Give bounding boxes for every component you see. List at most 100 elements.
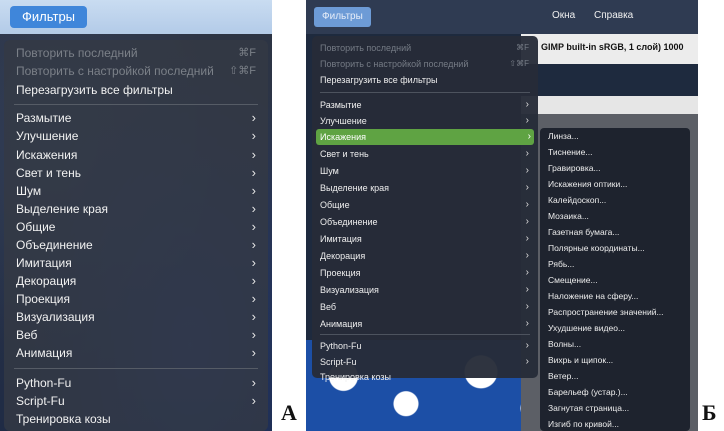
chevron-right-icon: ›: [525, 148, 529, 159]
menu-item-reload-filters[interactable]: Перезагрузить все фильтры: [320, 72, 532, 88]
chevron-right-icon: ›: [525, 301, 529, 312]
submenu-item-page-curl[interactable]: Загнутая страница...: [548, 400, 686, 417]
submenu-item-lens[interactable]: Линза...: [548, 128, 686, 145]
chevron-right-icon: ›: [525, 318, 529, 329]
menu-separator: [320, 334, 530, 335]
filters-menu-title[interactable]: Фильтры: [10, 6, 88, 28]
chevron-right-icon: ›: [251, 255, 256, 270]
menu-item-distorts[interactable]: Искажения ›: [316, 129, 534, 145]
menu-item-blur[interactable]: Размытие ›: [16, 109, 260, 127]
chevron-right-icon: ›: [525, 233, 529, 244]
chevron-right-icon: ›: [525, 115, 529, 126]
menu-item-animation[interactable]: Анимация ›: [320, 316, 532, 332]
distorts-submenu: Линза... Тиснение... Гравировка... Искаж…: [540, 128, 690, 431]
menu-item-light-shadow[interactable]: Свет и тень ›: [320, 146, 532, 162]
submenu-item-curve-bend[interactable]: Изгиб по кривой...: [548, 416, 686, 431]
submenu-item-emboss[interactable]: Тиснение...: [548, 144, 686, 161]
submenu-item-newsprint[interactable]: Газетная бумага...: [548, 224, 686, 241]
menu-item-generic[interactable]: Общие ›: [320, 197, 532, 213]
panel-caption-b: Б: [702, 400, 717, 425]
chevron-right-icon: ›: [251, 291, 256, 306]
submenu-item-spherize[interactable]: Наложение на сферу...: [548, 288, 686, 305]
chevron-right-icon: ›: [251, 201, 256, 216]
menu-item-decor[interactable]: Декорация ›: [16, 272, 260, 290]
chevron-right-icon: ›: [527, 131, 531, 142]
menu-item-repeat-last[interactable]: Повторить последний ⌘F: [16, 44, 260, 62]
chevron-right-icon: ›: [525, 216, 529, 227]
menu-item-light-shadow[interactable]: Свет и тень ›: [16, 164, 260, 182]
menu-item-generic[interactable]: Общие ›: [16, 218, 260, 236]
chevron-right-icon: ›: [251, 393, 256, 408]
chevron-right-icon: ›: [251, 165, 256, 180]
submenu-item-video-degradation[interactable]: Ухудшение видео...: [548, 320, 686, 337]
menu-item-distorts[interactable]: Искажения ›: [16, 146, 260, 164]
menu-item-combine[interactable]: Объединение ›: [320, 214, 532, 230]
menu-item-noise[interactable]: Шум ›: [320, 163, 532, 179]
menu-item-combine[interactable]: Объединение ›: [16, 236, 260, 254]
chevron-right-icon: ›: [525, 199, 529, 210]
horizontal-ruler: [521, 96, 698, 115]
menu-item-render[interactable]: Визуализация ›: [16, 308, 260, 326]
menu-item-artistic[interactable]: Имитация ›: [16, 254, 260, 272]
chevron-right-icon: ›: [251, 128, 256, 143]
submenu-item-ripple[interactable]: Рябь...: [548, 256, 686, 273]
menu-item-map[interactable]: Проекция ›: [320, 265, 532, 281]
chevron-right-icon: ›: [251, 375, 256, 390]
menu-item-animation[interactable]: Анимация ›: [16, 344, 260, 362]
menu-item-reshow-last[interactable]: Повторить с настройкой последний ⇧⌘F: [320, 56, 532, 72]
menu-item-reshow-last[interactable]: Повторить с настройкой последний ⇧⌘F: [16, 62, 260, 80]
submenu-item-emboss-legacy[interactable]: Барельеф (устар.)...: [548, 384, 686, 401]
menu-help[interactable]: Справка: [594, 10, 633, 21]
menu-item-edge-detect[interactable]: Выделение края ›: [320, 180, 532, 196]
menu-item-blur[interactable]: Размытие ›: [320, 97, 532, 113]
panel-a: Фильтры Повторить последний ⌘F Повторить …: [0, 0, 272, 431]
menu-item-repeat-last[interactable]: Повторить последний ⌘F: [320, 40, 532, 56]
menubar: Фильтры Окна Справка: [306, 0, 698, 34]
chevron-right-icon: ›: [251, 327, 256, 342]
chevron-right-icon: ›: [251, 237, 256, 252]
submenu-item-mosaic[interactable]: Мозаика...: [548, 208, 686, 225]
menu-item-python-fu[interactable]: Python-Fu ›: [16, 374, 260, 392]
submenu-item-value-propagate[interactable]: Распространение значений...: [548, 304, 686, 321]
menu-separator: [320, 92, 530, 93]
menu-item-map[interactable]: Проекция ›: [16, 290, 260, 308]
submenu-item-engrave[interactable]: Гравировка...: [548, 160, 686, 177]
menu-item-enhance[interactable]: Улучшение ›: [16, 127, 260, 145]
filters-menu-title[interactable]: Фильтры: [314, 7, 371, 27]
chevron-right-icon: ›: [525, 182, 529, 193]
menu-item-decor[interactable]: Декорация ›: [320, 248, 532, 264]
submenu-item-shift[interactable]: Смещение...: [548, 272, 686, 289]
menu-separator: [14, 368, 258, 369]
menu-item-web[interactable]: Веб ›: [320, 299, 532, 315]
submenu-item-wind[interactable]: Ветер...: [548, 368, 686, 385]
menu-separator: [14, 104, 258, 105]
menu-item-render[interactable]: Визуализация ›: [320, 282, 532, 298]
panel-caption-a: А: [281, 400, 297, 425]
menu-item-web[interactable]: Веб ›: [16, 326, 260, 344]
image-window-titlebar: GIMP built-in sRGB, 1 слой) 1000: [521, 34, 698, 64]
menu-item-script-fu[interactable]: Script-Fu ›: [320, 354, 532, 370]
submenu-item-lens-distortion[interactable]: Искажения оптики...: [548, 176, 686, 193]
menu-item-noise[interactable]: Шум ›: [16, 182, 260, 200]
chevron-right-icon: ›: [251, 219, 256, 234]
menu-item-edge-detect[interactable]: Выделение края ›: [16, 200, 260, 218]
filters-dropdown: Повторить последний ⌘F Повторить с настро…: [312, 36, 538, 382]
chevron-right-icon: ›: [251, 110, 256, 125]
chevron-right-icon: ›: [251, 273, 256, 288]
chevron-right-icon: ›: [251, 345, 256, 360]
submenu-item-whirl-pinch[interactable]: Вихрь и щипок...: [548, 352, 686, 369]
menu-windows[interactable]: Окна: [552, 10, 575, 21]
menu-item-artistic[interactable]: Имитация ›: [320, 231, 532, 247]
menu-item-enhance[interactable]: Улучшение ›: [320, 113, 532, 129]
menu-item-goat-exercise[interactable]: Тренировка козы: [16, 410, 260, 428]
chevron-right-icon: ›: [525, 340, 529, 351]
chevron-right-icon: ›: [525, 99, 529, 110]
menu-item-reload-filters[interactable]: Перезагрузить все фильтры: [16, 81, 260, 99]
menu-item-goat-exercise[interactable]: Тренировка козы: [320, 369, 532, 385]
menu-item-script-fu[interactable]: Script-Fu ›: [16, 392, 260, 410]
submenu-item-kaleidoscope[interactable]: Калейдоскоп...: [548, 192, 686, 209]
menu-item-python-fu[interactable]: Python-Fu ›: [320, 338, 532, 354]
submenu-item-waves[interactable]: Волны...: [548, 336, 686, 353]
submenu-item-polar-coordinates[interactable]: Полярные координаты...: [548, 240, 686, 257]
filters-dropdown: Повторить последний ⌘F Повторить с настро…: [4, 40, 268, 431]
